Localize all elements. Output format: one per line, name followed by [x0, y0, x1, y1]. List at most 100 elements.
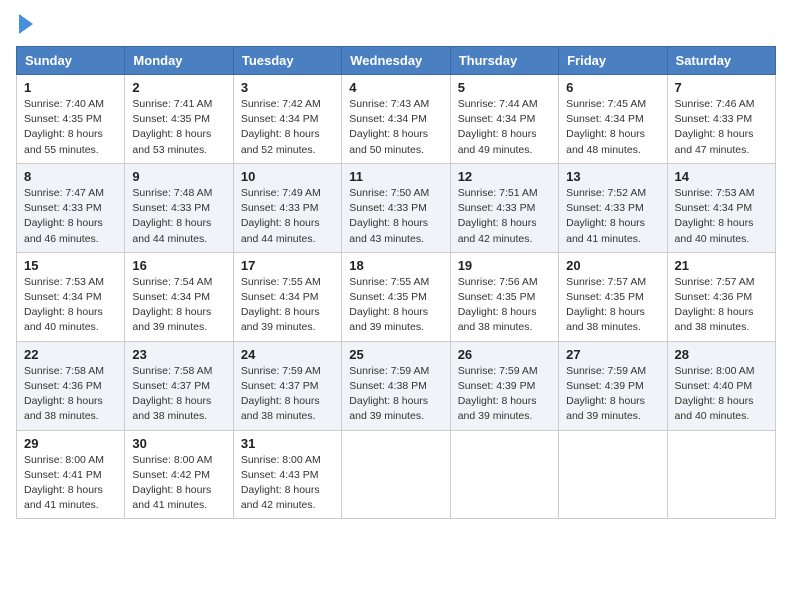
calendar-cell: 23 Sunrise: 7:58 AM Sunset: 4:37 PM Dayl…	[125, 341, 233, 430]
day-info: Sunrise: 8:00 AM Sunset: 4:40 PM Dayligh…	[675, 364, 768, 425]
calendar-cell: 4 Sunrise: 7:43 AM Sunset: 4:34 PM Dayli…	[342, 75, 450, 164]
sunset-label: Sunset: 4:35 PM	[24, 113, 102, 125]
daylight-label: Daylight: 8 hours and 41 minutes.	[24, 484, 103, 511]
sunrise-label: Sunrise: 7:41 AM	[132, 98, 212, 110]
calendar-cell: 5 Sunrise: 7:44 AM Sunset: 4:34 PM Dayli…	[450, 75, 558, 164]
day-number: 7	[675, 80, 768, 95]
day-number: 31	[241, 436, 334, 451]
weekday-header-tuesday: Tuesday	[233, 47, 341, 75]
day-number: 3	[241, 80, 334, 95]
daylight-label: Daylight: 8 hours and 40 minutes.	[24, 306, 103, 333]
day-number: 15	[24, 258, 117, 273]
day-info: Sunrise: 7:58 AM Sunset: 4:36 PM Dayligh…	[24, 364, 117, 425]
day-info: Sunrise: 7:44 AM Sunset: 4:34 PM Dayligh…	[458, 97, 551, 158]
day-info: Sunrise: 7:41 AM Sunset: 4:35 PM Dayligh…	[132, 97, 225, 158]
day-info: Sunrise: 8:00 AM Sunset: 4:43 PM Dayligh…	[241, 453, 334, 514]
day-info: Sunrise: 7:57 AM Sunset: 4:35 PM Dayligh…	[566, 275, 659, 336]
sunrise-label: Sunrise: 7:59 AM	[349, 365, 429, 377]
daylight-label: Daylight: 8 hours and 41 minutes.	[132, 484, 211, 511]
calendar-cell: 21 Sunrise: 7:57 AM Sunset: 4:36 PM Dayl…	[667, 252, 775, 341]
day-number: 22	[24, 347, 117, 362]
calendar-cell: 15 Sunrise: 7:53 AM Sunset: 4:34 PM Dayl…	[17, 252, 125, 341]
sunrise-label: Sunrise: 7:52 AM	[566, 187, 646, 199]
calendar-cell: 19 Sunrise: 7:56 AM Sunset: 4:35 PM Dayl…	[450, 252, 558, 341]
day-info: Sunrise: 7:50 AM Sunset: 4:33 PM Dayligh…	[349, 186, 442, 247]
sunset-label: Sunset: 4:40 PM	[675, 380, 753, 392]
sunrise-label: Sunrise: 7:53 AM	[24, 276, 104, 288]
calendar-cell: 14 Sunrise: 7:53 AM Sunset: 4:34 PM Dayl…	[667, 163, 775, 252]
calendar-cell: 8 Sunrise: 7:47 AM Sunset: 4:33 PM Dayli…	[17, 163, 125, 252]
sunset-label: Sunset: 4:33 PM	[349, 202, 427, 214]
sunset-label: Sunset: 4:33 PM	[675, 113, 753, 125]
sunrise-label: Sunrise: 7:49 AM	[241, 187, 321, 199]
calendar-cell: 18 Sunrise: 7:55 AM Sunset: 4:35 PM Dayl…	[342, 252, 450, 341]
daylight-label: Daylight: 8 hours and 42 minutes.	[458, 217, 537, 244]
calendar-cell	[450, 430, 558, 519]
weekday-header-sunday: Sunday	[17, 47, 125, 75]
sunset-label: Sunset: 4:34 PM	[458, 113, 536, 125]
daylight-label: Daylight: 8 hours and 39 minutes.	[566, 395, 645, 422]
calendar-cell: 30 Sunrise: 8:00 AM Sunset: 4:42 PM Dayl…	[125, 430, 233, 519]
calendar-cell: 12 Sunrise: 7:51 AM Sunset: 4:33 PM Dayl…	[450, 163, 558, 252]
sunrise-label: Sunrise: 8:00 AM	[241, 454, 321, 466]
daylight-label: Daylight: 8 hours and 39 minutes.	[458, 395, 537, 422]
week-row-5: 29 Sunrise: 8:00 AM Sunset: 4:41 PM Dayl…	[17, 430, 776, 519]
calendar-cell: 22 Sunrise: 7:58 AM Sunset: 4:36 PM Dayl…	[17, 341, 125, 430]
day-number: 14	[675, 169, 768, 184]
sunset-label: Sunset: 4:43 PM	[241, 469, 319, 481]
day-info: Sunrise: 7:48 AM Sunset: 4:33 PM Dayligh…	[132, 186, 225, 247]
sunrise-label: Sunrise: 7:53 AM	[675, 187, 755, 199]
calendar-cell: 7 Sunrise: 7:46 AM Sunset: 4:33 PM Dayli…	[667, 75, 775, 164]
sunset-label: Sunset: 4:34 PM	[349, 113, 427, 125]
sunset-label: Sunset: 4:41 PM	[24, 469, 102, 481]
day-number: 30	[132, 436, 225, 451]
day-number: 4	[349, 80, 442, 95]
logo	[16, 16, 33, 34]
sunrise-label: Sunrise: 7:46 AM	[675, 98, 755, 110]
calendar-cell	[559, 430, 667, 519]
day-info: Sunrise: 7:59 AM Sunset: 4:39 PM Dayligh…	[458, 364, 551, 425]
sunset-label: Sunset: 4:34 PM	[241, 113, 319, 125]
day-info: Sunrise: 7:57 AM Sunset: 4:36 PM Dayligh…	[675, 275, 768, 336]
day-info: Sunrise: 7:59 AM Sunset: 4:37 PM Dayligh…	[241, 364, 334, 425]
day-info: Sunrise: 7:59 AM Sunset: 4:39 PM Dayligh…	[566, 364, 659, 425]
sunset-label: Sunset: 4:33 PM	[241, 202, 319, 214]
daylight-label: Daylight: 8 hours and 44 minutes.	[132, 217, 211, 244]
calendar-cell: 31 Sunrise: 8:00 AM Sunset: 4:43 PM Dayl…	[233, 430, 341, 519]
calendar-cell: 13 Sunrise: 7:52 AM Sunset: 4:33 PM Dayl…	[559, 163, 667, 252]
sunset-label: Sunset: 4:34 PM	[24, 291, 102, 303]
day-number: 2	[132, 80, 225, 95]
calendar-cell: 29 Sunrise: 8:00 AM Sunset: 4:41 PM Dayl…	[17, 430, 125, 519]
calendar-table: SundayMondayTuesdayWednesdayThursdayFrid…	[16, 46, 776, 519]
sunrise-label: Sunrise: 7:57 AM	[675, 276, 755, 288]
calendar-cell: 16 Sunrise: 7:54 AM Sunset: 4:34 PM Dayl…	[125, 252, 233, 341]
calendar-cell: 2 Sunrise: 7:41 AM Sunset: 4:35 PM Dayli…	[125, 75, 233, 164]
sunset-label: Sunset: 4:33 PM	[132, 202, 210, 214]
calendar-cell: 25 Sunrise: 7:59 AM Sunset: 4:38 PM Dayl…	[342, 341, 450, 430]
sunset-label: Sunset: 4:35 PM	[566, 291, 644, 303]
day-number: 20	[566, 258, 659, 273]
day-info: Sunrise: 7:43 AM Sunset: 4:34 PM Dayligh…	[349, 97, 442, 158]
day-number: 28	[675, 347, 768, 362]
day-info: Sunrise: 7:58 AM Sunset: 4:37 PM Dayligh…	[132, 364, 225, 425]
sunset-label: Sunset: 4:34 PM	[132, 291, 210, 303]
sunset-label: Sunset: 4:35 PM	[349, 291, 427, 303]
daylight-label: Daylight: 8 hours and 38 minutes.	[566, 306, 645, 333]
day-number: 17	[241, 258, 334, 273]
daylight-label: Daylight: 8 hours and 48 minutes.	[566, 128, 645, 155]
sunset-label: Sunset: 4:39 PM	[566, 380, 644, 392]
calendar-cell: 11 Sunrise: 7:50 AM Sunset: 4:33 PM Dayl…	[342, 163, 450, 252]
day-info: Sunrise: 7:45 AM Sunset: 4:34 PM Dayligh…	[566, 97, 659, 158]
sunset-label: Sunset: 4:36 PM	[24, 380, 102, 392]
calendar-cell: 10 Sunrise: 7:49 AM Sunset: 4:33 PM Dayl…	[233, 163, 341, 252]
daylight-label: Daylight: 8 hours and 52 minutes.	[241, 128, 320, 155]
sunrise-label: Sunrise: 7:55 AM	[349, 276, 429, 288]
day-info: Sunrise: 7:55 AM Sunset: 4:35 PM Dayligh…	[349, 275, 442, 336]
day-info: Sunrise: 7:49 AM Sunset: 4:33 PM Dayligh…	[241, 186, 334, 247]
calendar-cell: 28 Sunrise: 8:00 AM Sunset: 4:40 PM Dayl…	[667, 341, 775, 430]
calendar-cell: 3 Sunrise: 7:42 AM Sunset: 4:34 PM Dayli…	[233, 75, 341, 164]
sunset-label: Sunset: 4:34 PM	[241, 291, 319, 303]
day-info: Sunrise: 7:59 AM Sunset: 4:38 PM Dayligh…	[349, 364, 442, 425]
sunrise-label: Sunrise: 8:00 AM	[675, 365, 755, 377]
daylight-label: Daylight: 8 hours and 38 minutes.	[458, 306, 537, 333]
